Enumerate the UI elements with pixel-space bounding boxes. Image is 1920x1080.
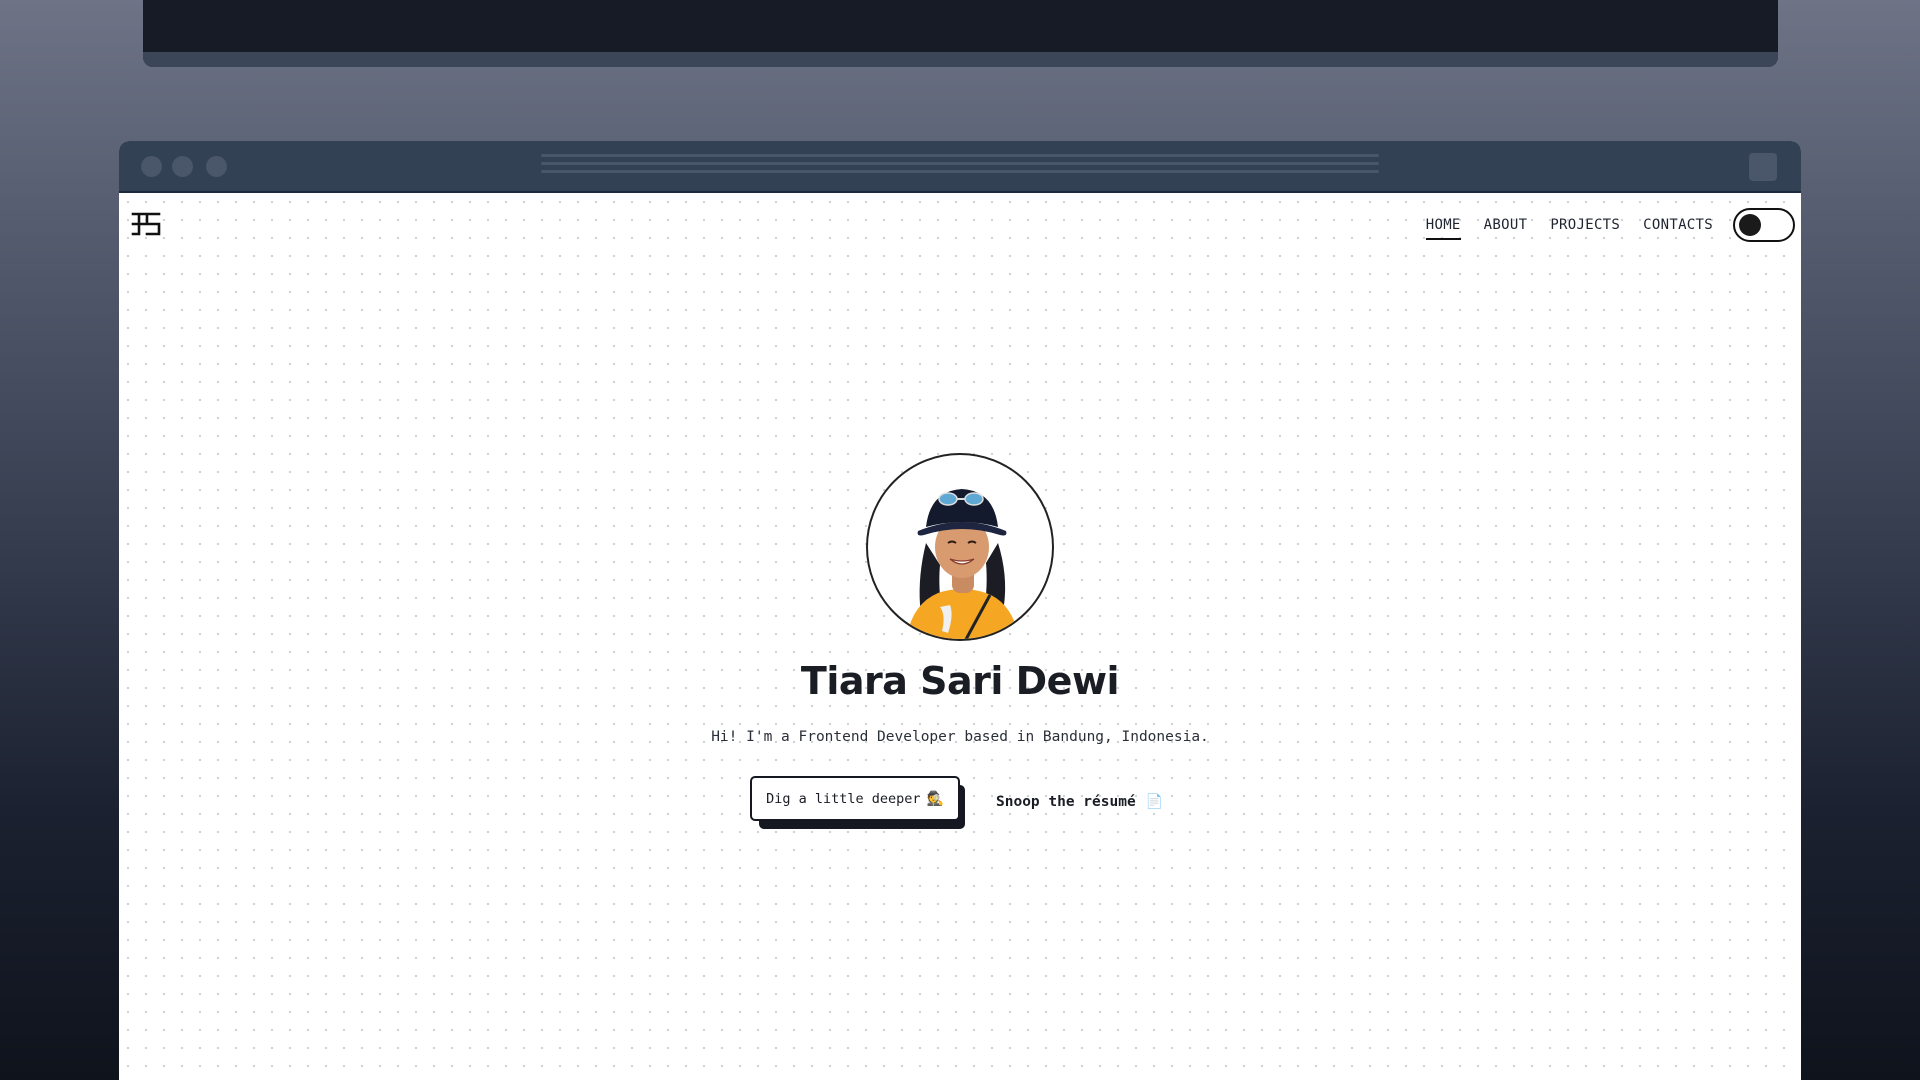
hero-name: Tiara Sari Dewi [800,659,1120,703]
resume-label: Snoop the résumé [996,794,1136,810]
theme-toggle-knob [1739,214,1761,236]
nav-contacts[interactable]: CONTACTS [1643,217,1713,240]
portfolio-page: HOME ABOUT PROJECTS CONTACTS Tiara Sari … [119,193,1801,1080]
nav-projects[interactable]: PROJECTS [1550,217,1620,240]
resume-button[interactable]: Snoop the résumé 📄 [996,789,1163,815]
nav-about[interactable]: ABOUT [1484,217,1528,240]
address-bar-placeholder[interactable] [541,154,1379,180]
nav-home[interactable]: HOME [1425,217,1461,240]
theme-toggle[interactable] [1733,208,1795,242]
main-nav: HOME ABOUT PROJECTS CONTACTS [1425,217,1713,240]
profile-avatar [866,453,1054,641]
background-window [143,0,1778,67]
browser-window: HOME ABOUT PROJECTS CONTACTS Tiara Sari … [119,141,1801,1080]
document-icon: 📄 [1145,794,1164,810]
hero-tagline: Hi! I'm a Frontend Developer based in Ba… [711,729,1209,745]
browser-menu-button[interactable] [1749,153,1777,181]
dig-deeper-button[interactable]: Dig a little deeper 🕵️ [750,776,960,821]
window-close-dot[interactable] [141,156,162,177]
site-logo-icon[interactable] [131,211,161,237]
dig-deeper-label: Dig a little deeper [766,790,921,807]
primary-button-wrapper: Dig a little deeper 🕵️ [750,776,965,829]
window-minimize-dot[interactable] [172,156,193,177]
window-maximize-dot[interactable] [206,156,227,177]
detective-icon: 🕵️ [926,790,944,807]
browser-titlebar [119,141,1801,193]
background-window-strip [143,52,1778,67]
profile-photo [906,489,1020,639]
